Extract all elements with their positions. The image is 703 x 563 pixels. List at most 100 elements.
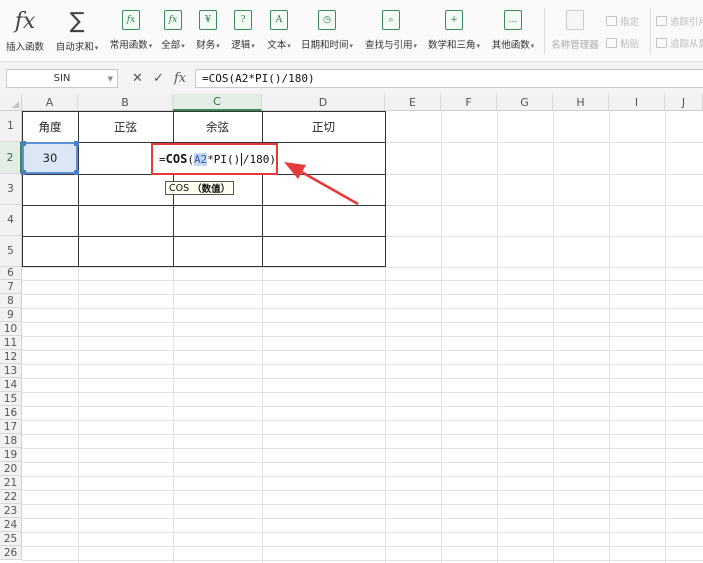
name-manager-button[interactable]: 名称管理器 — [550, 10, 600, 56]
row-header-5[interactable]: 5 — [0, 236, 22, 267]
row-header-22[interactable]: 22 — [0, 490, 22, 504]
finance-button[interactable]: ¥ 财务▾ — [193, 10, 223, 56]
chevron-down-icon: ▾ — [181, 42, 185, 50]
chevron-down-icon: ▾ — [349, 42, 354, 50]
insert-function-label: 插入函数 — [5, 42, 44, 53]
row-header-20[interactable]: 20 — [0, 462, 22, 476]
ribbon-toolbar: fx 插入函数 ∑ 自动求和▾ fx 常用函数▾ fx 全部▾ ¥ 财务▾ ? … — [0, 0, 703, 62]
finance-icon: ¥ — [199, 10, 217, 30]
confirm-icon[interactable]: ✓ — [153, 71, 164, 86]
row-header-9[interactable]: 9 — [0, 308, 22, 322]
row-header-7[interactable]: 7 — [0, 280, 22, 294]
all-functions-label: 全部 — [161, 40, 181, 51]
row-header-15[interactable]: 15 — [0, 392, 22, 406]
cancel-icon[interactable]: ✕ — [132, 71, 143, 86]
math-trig-button[interactable]: + 数学和三角▾ — [425, 10, 483, 56]
column-header-i[interactable]: I — [609, 94, 665, 111]
datetime-button[interactable]: ◷ 日期和时间▾ — [298, 10, 356, 56]
define-name-icon — [606, 16, 617, 26]
column-header-a[interactable]: A — [22, 94, 78, 111]
formula-cell-reference: A2 — [193, 152, 208, 166]
other-functions-label: 其他函数 — [491, 40, 530, 51]
finance-label: 财务 — [196, 40, 216, 51]
row-header-17[interactable]: 17 — [0, 420, 22, 434]
column-header-c[interactable]: C — [173, 94, 262, 111]
paste-name-button[interactable]: 粘贴 — [606, 36, 639, 50]
chevron-down-icon[interactable]: ▼ — [108, 75, 113, 83]
chevron-down-icon: ▾ — [476, 42, 481, 50]
row-header-25[interactable]: 25 — [0, 532, 22, 546]
formula-rest: /180) — [242, 152, 276, 166]
cell-c1[interactable]: 余弦 — [173, 111, 262, 142]
tooltip-function-name: COS — [169, 182, 190, 194]
cell-a1[interactable]: 角度 — [22, 111, 78, 142]
row-header-13[interactable]: 13 — [0, 364, 22, 378]
logic-icon: ? — [234, 10, 252, 30]
row-header-8[interactable]: 8 — [0, 294, 22, 308]
common-functions-label: 常用函数 — [109, 40, 148, 51]
row-header-12[interactable]: 12 — [0, 350, 22, 364]
trace-precedents-button[interactable]: 追踪引用 — [656, 14, 703, 28]
insert-function-button[interactable]: fx 插入函数 — [4, 8, 46, 56]
cell-a2[interactable]: 30 — [22, 142, 78, 174]
column-header-b[interactable]: B — [78, 94, 173, 111]
select-all-corner[interactable] — [0, 94, 22, 111]
row-header-21[interactable]: 21 — [0, 476, 22, 490]
autosum-button[interactable]: ∑ 自动求和▾ — [52, 9, 102, 56]
formula-open-paren: ( — [187, 152, 194, 166]
chevron-down-icon: ▾ — [94, 44, 99, 52]
column-header-f[interactable]: F — [441, 94, 497, 111]
lookup-reference-button[interactable]: ⌕ 查找与引用▾ — [362, 10, 420, 56]
common-functions-button[interactable]: fx 常用函数▾ — [106, 10, 156, 56]
all-functions-icon: fx — [164, 10, 182, 30]
math-icon: + — [445, 10, 463, 30]
row-header-26[interactable]: 26 — [0, 546, 22, 560]
all-functions-button[interactable]: fx 全部▾ — [158, 10, 188, 56]
chevron-down-icon: ▾ — [216, 42, 220, 50]
formula-bar: SIN ▼ ✕ ✓ fx =COS(A2*PI()/180) — [0, 62, 703, 94]
row-header-1[interactable]: 1 — [0, 111, 22, 142]
function-argument-tooltip: COS （数值） — [165, 181, 235, 195]
row-header-6[interactable]: 6 — [0, 267, 22, 280]
column-header-e[interactable]: E — [385, 94, 441, 111]
sheet-gridlines — [22, 111, 703, 563]
formula-middle: *PI() — [207, 152, 241, 166]
formula-input[interactable]: =COS(A2*PI()/180) — [195, 69, 703, 88]
row-header-10[interactable]: 10 — [0, 322, 22, 336]
cell-d1[interactable]: 正切 — [262, 111, 385, 142]
column-header-j[interactable]: J — [665, 94, 703, 111]
name-box[interactable]: SIN ▼ — [6, 69, 118, 88]
chevron-down-icon: ▾ — [413, 42, 418, 50]
chevron-down-icon: ▾ — [530, 42, 535, 50]
row-header-18[interactable]: 18 — [0, 434, 22, 448]
common-functions-icon: fx — [122, 10, 140, 30]
row-header-16[interactable]: 16 — [0, 406, 22, 420]
text-functions-button[interactable]: A 文本▾ — [264, 10, 294, 56]
logic-button[interactable]: ? 逻辑▾ — [228, 10, 258, 56]
cell-b1[interactable]: 正弦 — [78, 111, 173, 142]
trace-precedents-icon — [656, 16, 667, 26]
row-header-3[interactable]: 3 — [0, 174, 22, 205]
lookup-reference-label: 查找与引用 — [364, 40, 413, 51]
trace-dependents-button[interactable]: 追踪从属 — [656, 36, 703, 50]
row-header-11[interactable]: 11 — [0, 336, 22, 350]
other-functions-button[interactable]: … 其他函数▾ — [488, 10, 538, 56]
chevron-down-icon: ▾ — [251, 42, 255, 50]
cell-c2-editor[interactable]: = COS(A2 *PI()/180) — [151, 143, 278, 175]
row-header-4[interactable]: 4 — [0, 205, 22, 236]
row-header-14[interactable]: 14 — [0, 378, 22, 392]
row-header-24[interactable]: 24 — [0, 518, 22, 532]
trace-dependents-label: 追踪从属 — [670, 39, 703, 50]
datetime-icon: ◷ — [318, 10, 336, 30]
define-name-button[interactable]: 指定 — [606, 14, 639, 28]
row-header-2[interactable]: 2 — [0, 142, 22, 174]
column-header-h[interactable]: H — [553, 94, 609, 111]
fx-icon: fx — [14, 8, 36, 34]
column-header-d[interactable]: D — [262, 94, 385, 111]
column-header-g[interactable]: G — [497, 94, 553, 111]
text-cursor — [241, 152, 242, 166]
insert-function-icon[interactable]: fx — [174, 71, 186, 86]
row-header-23[interactable]: 23 — [0, 504, 22, 518]
lookup-icon: ⌕ — [382, 10, 400, 30]
row-header-19[interactable]: 19 — [0, 448, 22, 462]
